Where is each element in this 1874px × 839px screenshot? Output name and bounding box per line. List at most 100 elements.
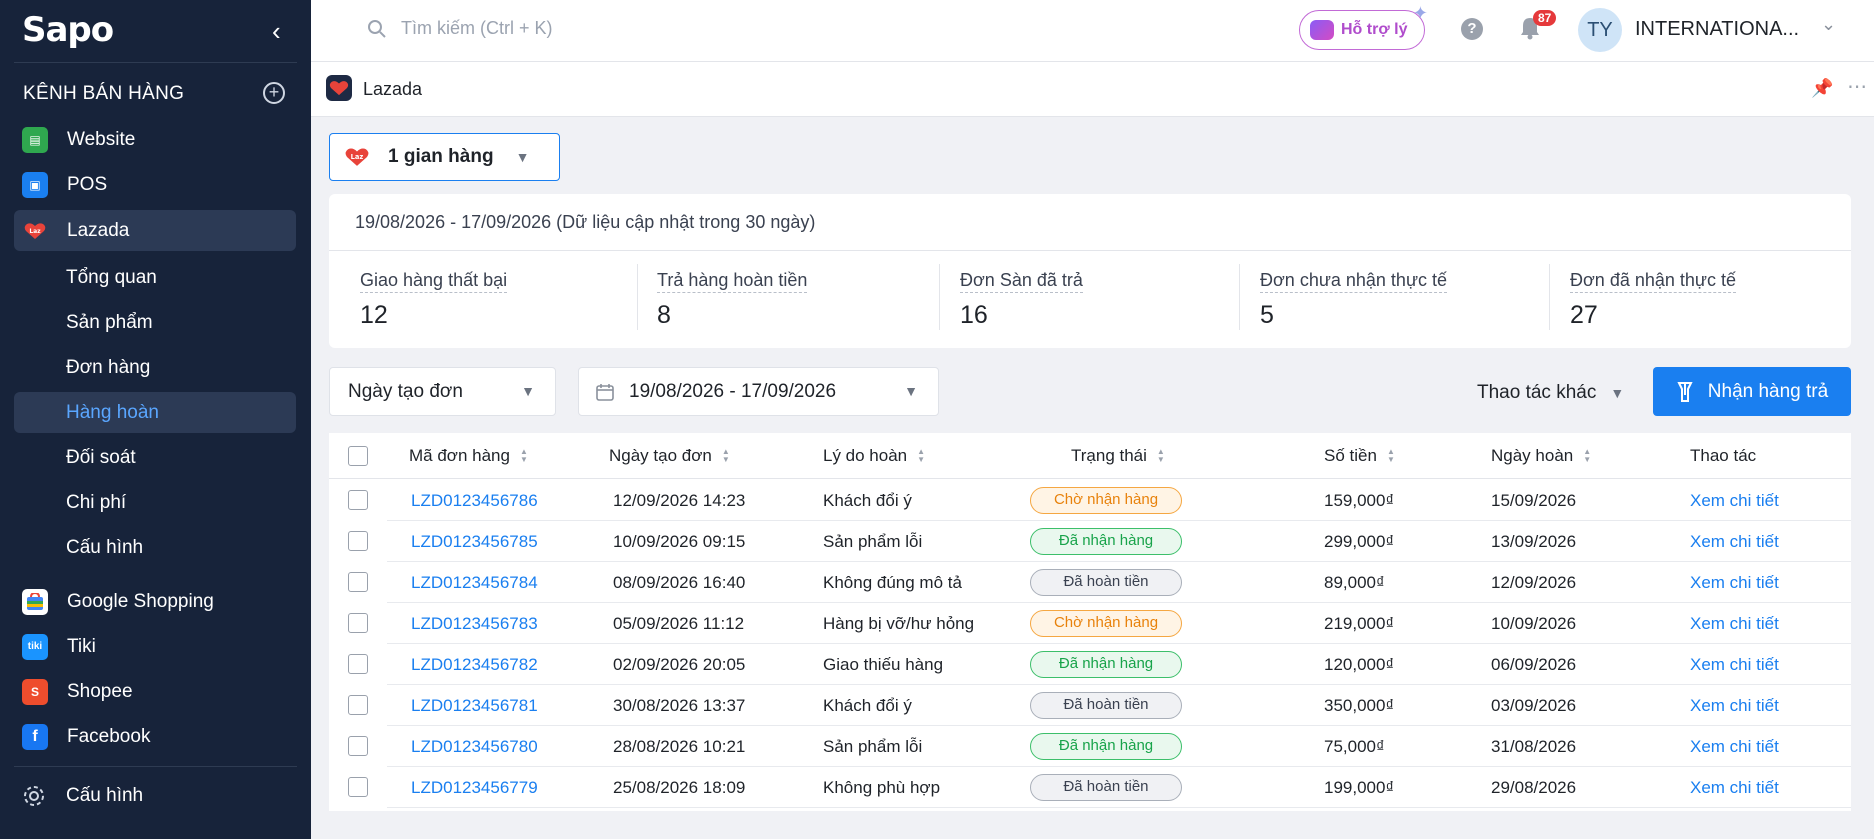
sort-icon: ▲ ▼: [721, 447, 730, 464]
table-header: Mã đơn hàng ▲ ▼ Ngày tạo đơn ▲ ▼ Lý do hoàn ▲…: [329, 433, 1851, 479]
return-date: 15/09/2026: [1491, 491, 1577, 510]
support-label: Hỗ trợ lý: [1341, 21, 1408, 38]
caret-down-icon: ▼: [515, 149, 530, 165]
pin-icon[interactable]: 📌: [1811, 78, 1833, 99]
order-id-link[interactable]: LZD0123456782: [411, 655, 538, 675]
chevron-down-icon[interactable]: ⌄: [1821, 14, 1836, 35]
select-all-checkbox[interactable]: [348, 446, 368, 466]
column-label: Ngày hoàn: [1491, 446, 1574, 465]
view-detail-link[interactable]: Xem chi tiết: [1690, 737, 1779, 757]
row-checkbox[interactable]: [348, 695, 368, 715]
table-row[interactable]: LZD0123456786 12/09/2026 14:23 Khách đổi ý…: [387, 480, 1851, 521]
help-icon[interactable]: ?: [1461, 18, 1483, 40]
sapo-logo[interactable]: Sapo: [22, 10, 114, 50]
order-id-link[interactable]: LZD0123456785: [411, 532, 538, 552]
sidebar-subitem-overview[interactable]: Tổng quan: [14, 257, 296, 298]
amount: 219,000₫: [1324, 614, 1395, 633]
order-id-link[interactable]: LZD0123456784: [411, 573, 538, 593]
sidebar-item-lazada[interactable]: Laz Lazada: [14, 210, 296, 251]
col-created-date[interactable]: Ngày tạo đơn ▲ ▼: [609, 446, 730, 466]
col-status[interactable]: Trạng thái ▲ ▼: [1071, 446, 1165, 466]
sidebar-item-website[interactable]: ▤ Website: [14, 119, 296, 160]
collapse-sidebar-icon[interactable]: ‹: [272, 16, 281, 47]
view-detail-link[interactable]: Xem chi tiết: [1690, 778, 1779, 798]
row-checkbox[interactable]: [348, 777, 368, 797]
status-badge: Đã nhận hàng: [1030, 528, 1182, 555]
support-assistant-button[interactable]: Hỗ trợ lý ✦: [1299, 3, 1428, 50]
user-name[interactable]: INTERNATIONA...: [1635, 18, 1799, 41]
order-id-link[interactable]: LZD0123456781: [411, 696, 538, 716]
view-detail-link[interactable]: Xem chi tiết: [1690, 491, 1779, 511]
col-order-id[interactable]: Mã đơn hàng ▲ ▼: [409, 446, 528, 466]
google-shopping-icon: [22, 588, 48, 615]
view-detail-link[interactable]: Xem chi tiết: [1690, 532, 1779, 552]
order-id-link[interactable]: LZD0123456783: [411, 614, 538, 634]
other-actions-dropdown[interactable]: Thao tác khác ▼: [1477, 382, 1624, 404]
sidebar-subitem-reconciliation[interactable]: Đối soát: [14, 437, 296, 478]
col-return-reason[interactable]: Lý do hoàn ▲ ▼: [823, 446, 925, 466]
stat-refund-returns[interactable]: Trả hàng hoàn tiền 8: [657, 270, 808, 330]
more-options-icon[interactable]: ⋯: [1847, 74, 1868, 99]
sidebar-settings-label: Cấu hình: [66, 785, 144, 806]
col-return-date[interactable]: Ngày hoàn ▲ ▼: [1491, 446, 1591, 466]
view-detail-link[interactable]: Xem chi tiết: [1690, 655, 1779, 675]
table-row[interactable]: LZD0123456782 02/09/2026 20:05 Giao thiếu …: [387, 644, 1851, 685]
date-range-picker[interactable]: 19/08/2026 - 17/09/2026 ▼: [578, 367, 939, 416]
divider: [1239, 264, 1240, 330]
table-row[interactable]: LZD0123456779 25/08/2026 18:09 Không phù h…: [387, 767, 1851, 808]
sidebar-subitem-costs[interactable]: Chi phí: [14, 482, 296, 523]
stat-platform-returned[interactable]: Đơn Sàn đã trả 16: [960, 270, 1083, 330]
col-amount[interactable]: Số tiền ▲ ▼: [1324, 446, 1395, 466]
sidebar-subitem-orders[interactable]: Đơn hàng: [14, 347, 296, 388]
column-label: Thao tác: [1690, 446, 1757, 465]
add-channel-icon[interactable]: +: [263, 82, 285, 104]
table-row[interactable]: LZD0123456781 30/08/2026 13:37 Khách đổi ý…: [387, 685, 1851, 726]
sidebar-item-google-shopping[interactable]: Google Shopping: [14, 581, 296, 622]
search-bar[interactable]: Tìm kiếm (Ctrl + K): [367, 18, 553, 39]
sidebar-item-facebook[interactable]: f Facebook: [14, 716, 296, 757]
status-badge: Chờ nhận hàng: [1030, 610, 1182, 637]
stat-value: 16: [960, 301, 988, 329]
stat-failed-delivery[interactable]: Giao hàng thất bại 12: [360, 270, 508, 330]
row-checkbox[interactable]: [348, 654, 368, 674]
view-detail-link[interactable]: Xem chi tiết: [1690, 573, 1779, 593]
table-row[interactable]: LZD0123456783 05/09/2026 11:12 Hàng bị vỡ/…: [387, 603, 1851, 644]
row-checkbox[interactable]: [348, 613, 368, 633]
stat-received[interactable]: Đơn đã nhận thực tế 27: [1570, 270, 1736, 330]
row-checkbox[interactable]: [348, 531, 368, 551]
column-label: Số tiền: [1324, 446, 1377, 465]
store-selector[interactable]: Laz 1 gian hàng ▼: [329, 133, 560, 181]
status-badge: Đã nhận hàng: [1030, 733, 1182, 760]
view-detail-link[interactable]: Xem chi tiết: [1690, 614, 1779, 634]
receive-returns-button[interactable]: Nhận hàng trả: [1653, 367, 1851, 416]
amount: 75,000₫: [1324, 737, 1385, 756]
return-reason: Khách đổi ý: [823, 491, 912, 510]
order-id-link[interactable]: LZD0123456780: [411, 737, 538, 757]
sidebar-item-tiki[interactable]: tiki Tiki: [14, 626, 296, 667]
sidebar-item-shopee[interactable]: S Shopee: [14, 671, 296, 712]
stat-not-received[interactable]: Đơn chưa nhận thực tế 5: [1260, 270, 1448, 330]
sidebar-subitem-products[interactable]: Sản phẩm: [14, 302, 296, 343]
row-checkbox[interactable]: [348, 572, 368, 592]
column-label: Trạng thái: [1071, 446, 1147, 465]
sidebar-item-pos[interactable]: ▣ POS: [14, 164, 296, 205]
sidebar-subitem-returns[interactable]: Hàng hoàn: [14, 392, 296, 433]
return-date: 29/08/2026: [1491, 778, 1577, 797]
date-type-select[interactable]: Ngày tạo đơn ▼: [329, 367, 556, 416]
table-row[interactable]: LZD0123456785 10/09/2026 09:15 Sản phẩm lỗ…: [387, 521, 1851, 562]
caret-down-icon: ▼: [904, 383, 918, 399]
status-badge: Đã hoàn tiền: [1030, 774, 1182, 801]
lazada-icon: [326, 75, 352, 101]
order-id-link[interactable]: LZD0123456786: [411, 491, 538, 511]
row-checkbox[interactable]: [348, 490, 368, 510]
sidebar-settings[interactable]: Cấu hình: [22, 784, 143, 808]
table-row[interactable]: LZD0123456784 08/09/2026 16:40 Không đúng …: [387, 562, 1851, 603]
search-input[interactable]: Tìm kiếm (Ctrl + K): [401, 18, 553, 39]
order-id-link[interactable]: LZD0123456779: [411, 778, 538, 798]
sidebar-item-label: Website: [67, 128, 136, 150]
avatar[interactable]: TY: [1578, 8, 1622, 52]
table-row[interactable]: LZD0123456780 28/08/2026 10:21 Sản phẩm lỗ…: [387, 726, 1851, 767]
sidebar-subitem-config[interactable]: Cấu hình: [14, 527, 296, 568]
row-checkbox[interactable]: [348, 736, 368, 756]
view-detail-link[interactable]: Xem chi tiết: [1690, 696, 1779, 716]
